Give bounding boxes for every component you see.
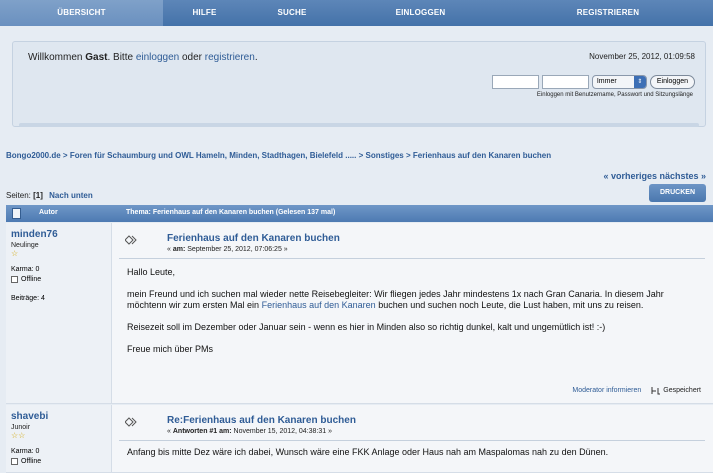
- breadcrumb-topic[interactable]: Ferienhaus auf den Kanaren buchen: [413, 151, 551, 160]
- post: shavebi Junoir ☆☆ Karma: 0 Offline Re:Fe…: [6, 405, 713, 473]
- chevron-updown-icon: ⇕: [633, 76, 646, 88]
- post-meta: « am: September 25, 2012, 07:06:25 »: [167, 246, 288, 253]
- nav-uebersicht[interactable]: Übersicht: [0, 0, 163, 26]
- post-diamond-icon: [125, 417, 137, 427]
- post-author-info: minden76 Neulinge ☆ Karma: 0 Offline Bei…: [6, 223, 112, 403]
- nav-registrieren[interactable]: Registrieren: [503, 0, 713, 26]
- session-length-select[interactable]: Immer ⇕: [591, 75, 647, 89]
- author-post-count: Beiträge: 4: [11, 295, 45, 302]
- author-name[interactable]: shavebi: [11, 411, 106, 422]
- scroll-down-link[interactable]: Nach unten: [49, 191, 93, 200]
- post-body: Hallo Leute, mein Freund und ich suchen …: [127, 267, 664, 354]
- post-title[interactable]: Re:Ferienhaus auf den Kanaren buchen: [167, 415, 356, 426]
- nav-suche[interactable]: Suche: [246, 0, 338, 26]
- offline-status-icon: [11, 276, 18, 283]
- report-to-moderator-link[interactable]: Moderator informieren: [572, 387, 641, 394]
- author-karma: Karma: 0: [11, 266, 40, 273]
- post-divider: [119, 258, 705, 259]
- saved-indicator: Gespeichert: [651, 386, 701, 395]
- post-content: Ferienhaus auf den Kanaren buchen « am: …: [119, 223, 705, 403]
- current-page: [1]: [33, 191, 43, 200]
- post-footer: Moderator informieren Gespeichert: [572, 386, 701, 395]
- online-status: Offline: [11, 458, 106, 465]
- post-inline-link[interactable]: Ferienhaus auf den Kanaren: [262, 300, 376, 310]
- post: minden76 Neulinge ☆ Karma: 0 Offline Bei…: [6, 223, 713, 404]
- author-name[interactable]: minden76: [11, 229, 106, 240]
- document-icon: [12, 208, 21, 219]
- online-status: Offline: [11, 276, 106, 283]
- guest-name: Gast: [85, 52, 108, 63]
- print-button[interactable]: Drucken: [649, 184, 706, 202]
- login-link[interactable]: einloggen: [136, 52, 179, 63]
- register-link[interactable]: registrieren: [205, 52, 255, 63]
- header-panel: Willkommen Gast. Bitte einloggen oder re…: [12, 41, 706, 127]
- post-meta: « Antworten #1 am: November 15, 2012, 04…: [167, 428, 333, 435]
- pagination: Seiten: [1] Nach unten: [6, 191, 93, 200]
- post-divider: [119, 440, 705, 441]
- breadcrumb-site[interactable]: Bongo2000.de: [6, 151, 61, 160]
- offline-status-icon: [11, 458, 18, 465]
- author-karma: Karma: 0: [11, 448, 40, 455]
- author-rank: Junoir: [11, 424, 31, 431]
- rank-stars-icon: ☆☆: [11, 431, 26, 440]
- topic-column-header: Thema: Ferienhaus auf den Kanaren buchen…: [126, 209, 336, 216]
- rank-stars-icon: ☆: [11, 249, 19, 258]
- login-hint: Einloggen mit Benutzername, Passwort und…: [536, 92, 693, 98]
- nav-hilfe[interactable]: Hilfe: [163, 0, 246, 26]
- nav-einloggen[interactable]: Einloggen: [338, 0, 503, 26]
- post-title[interactable]: Ferienhaus auf den Kanaren buchen: [167, 233, 340, 244]
- saved-icon: [651, 387, 661, 395]
- author-column-header: Autor: [39, 209, 58, 216]
- prev-next-links[interactable]: « vorheriges nächstes »: [603, 171, 706, 181]
- post-author-info: shavebi Junoir ☆☆ Karma: 0 Offline: [6, 405, 112, 472]
- author-rank: Neulinge: [11, 242, 39, 249]
- thread-header: Autor Thema: Ferienhaus auf den Kanaren …: [6, 205, 713, 222]
- post-body: Anfang bis mitte Dez wäre ich dabei, Wun…: [127, 447, 609, 457]
- breadcrumb-board[interactable]: Sonstiges: [366, 151, 404, 160]
- login-form: Immer ⇕ Einloggen: [491, 75, 695, 89]
- panel-divider: [19, 123, 699, 127]
- password-field[interactable]: [541, 75, 589, 89]
- top-navigation: Übersicht Hilfe Suche Einloggen Registri…: [0, 0, 713, 26]
- post-content: Re:Ferienhaus auf den Kanaren buchen « A…: [119, 405, 705, 472]
- breadcrumb: Bongo2000.de > Foren für Schaumburg und …: [6, 151, 552, 160]
- current-datetime: November 25, 2012, 01:09:58: [589, 52, 695, 61]
- post-diamond-icon: [125, 235, 137, 245]
- login-button[interactable]: Einloggen: [649, 75, 695, 89]
- breadcrumb-forum[interactable]: Foren für Schaumburg und OWL Hameln, Min…: [70, 151, 357, 160]
- username-field[interactable]: [491, 75, 539, 89]
- welcome-text: Willkommen Gast. Bitte einloggen oder re…: [28, 52, 258, 63]
